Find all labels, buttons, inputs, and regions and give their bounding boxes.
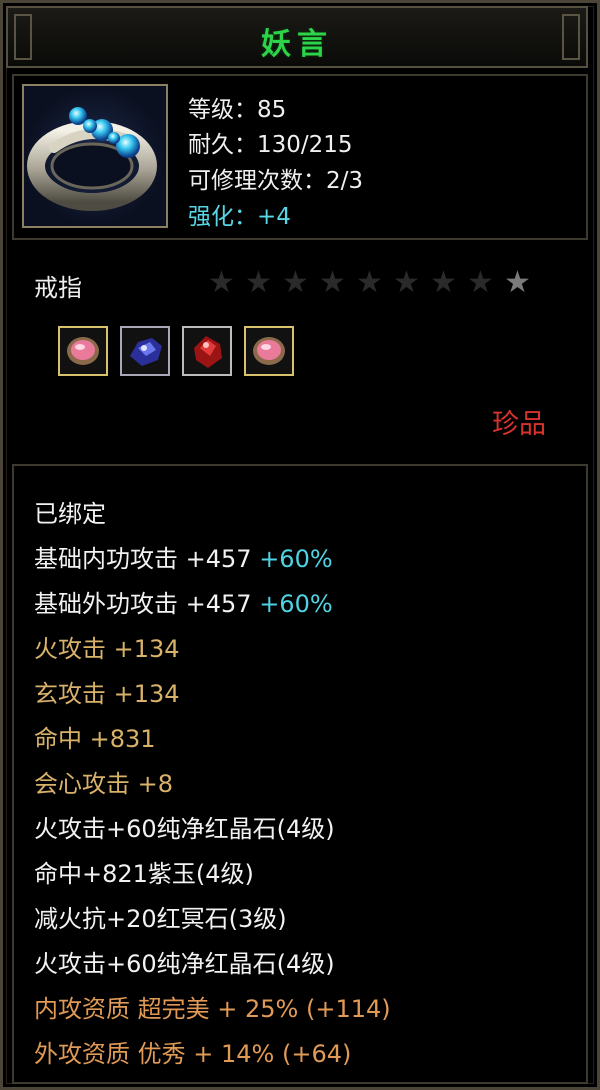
red-crystal-icon: [194, 336, 222, 368]
star-icon: ★: [319, 265, 346, 300]
gem-slot-1[interactable]: [58, 326, 108, 376]
star-icon: ★: [467, 265, 494, 300]
attr-outer-attack-bonus: +60%: [259, 590, 333, 618]
gem-attr-4: 火攻击+60纯净红晶石(4级): [34, 950, 335, 978]
item-durability: 耐久：130/215: [188, 132, 353, 158]
pink-crystal-icon: [67, 337, 99, 365]
star-icon: ★: [356, 265, 383, 300]
star-icon: ★: [208, 265, 235, 300]
gem-attr-3: 减火抗+20红冥石(3级): [34, 905, 287, 933]
star-icon: ★: [282, 265, 309, 300]
item-repair-count: 可修理次数：2/3: [188, 168, 364, 194]
outer-attack-quality: 外攻资质 优秀 + 14% (+64): [34, 1040, 352, 1068]
ring-icon: [22, 84, 168, 228]
star-icon: ★: [245, 265, 272, 300]
gem-slot-3[interactable]: [182, 326, 232, 376]
attr-hit: 命中 +831: [34, 725, 156, 753]
attr-fire-attack: 火攻击 +134: [34, 635, 180, 663]
blue-crystal-icon: [130, 338, 162, 366]
inner-attack-quality: 内攻资质 超完美 + 25% (+114): [34, 995, 391, 1023]
gem-attr-1: 火攻击+60纯净红晶石(4级): [34, 815, 335, 843]
attr-outer-attack-label: 基础外功攻击 +457: [34, 590, 252, 618]
item-level: 等级：85: [188, 97, 287, 123]
attr-outer-attack: 基础外功攻击 +457 +60%: [34, 584, 333, 619]
attr-crit: 会心攻击 +8: [34, 770, 174, 798]
item-enhance-level: 强化：+4: [188, 204, 291, 230]
bound-status: 已绑定: [34, 500, 106, 528]
attr-inner-attack: 基础内功攻击 +457 +60%: [34, 539, 333, 574]
attr-inner-attack-bonus: +60%: [259, 545, 333, 573]
star-icon: ★: [504, 265, 531, 300]
rarity-label: 珍品: [492, 409, 546, 440]
gem-attr-2: 命中+821紫玉(4级): [34, 860, 254, 888]
item-type: 戒指: [34, 274, 82, 302]
star-icon: ★: [430, 265, 457, 300]
attr-inner-attack-label: 基础内功攻击 +457: [34, 545, 252, 573]
attr-xuan-attack: 玄攻击 +134: [34, 680, 180, 708]
pink-crystal-icon: [253, 337, 285, 365]
title-bar: 妖言: [6, 6, 588, 68]
item-name: 妖言: [261, 27, 333, 62]
star-icon: ★: [393, 265, 420, 300]
gem-slot-2[interactable]: [120, 326, 170, 376]
gem-slot-4[interactable]: [244, 326, 294, 376]
